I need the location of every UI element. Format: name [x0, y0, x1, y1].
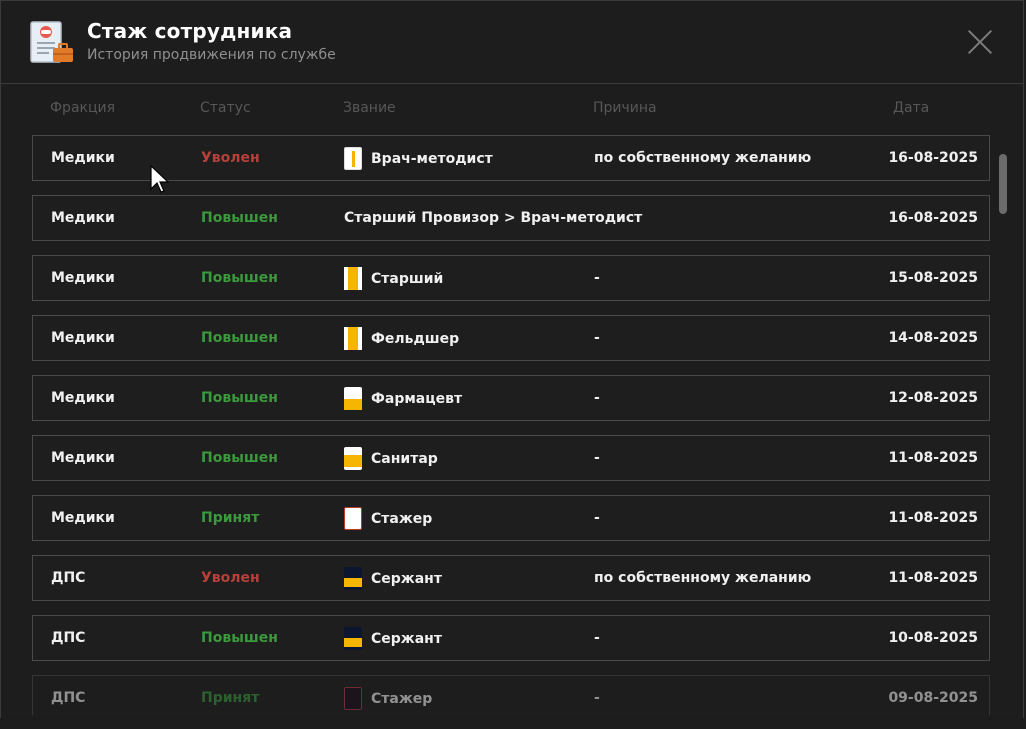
status-cell: Повышен [201, 330, 278, 346]
rank-badge-icon [344, 387, 362, 410]
date-cell: 10-08-2025 [888, 630, 978, 646]
reason-cell: - [594, 690, 600, 706]
table-row[interactable]: ДПС Принят Стажер - 09-08-2025 [32, 675, 990, 715]
date-cell: 16-08-2025 [888, 150, 978, 166]
rank-label: Стажер [371, 690, 433, 707]
rank-badge-icon [344, 327, 362, 350]
scrollbar-thumb[interactable] [999, 154, 1007, 214]
status-cell: Принят [201, 690, 260, 706]
status-cell: Повышен [201, 270, 278, 286]
rank-badge-icon [344, 687, 362, 710]
faction-cell: ДПС [51, 690, 86, 706]
rank-cell: Фельдшер [344, 327, 459, 350]
reason-cell: - [594, 450, 600, 466]
faction-cell: ДПС [51, 630, 86, 646]
dialog-subtitle: История продвижения по службе [87, 47, 336, 63]
table-row[interactable]: Медики Уволен Врач-методист по собственн… [32, 135, 990, 181]
table-row[interactable]: ДПС Повышен Сержант - 10-08-2025 [32, 615, 990, 661]
date-cell: 11-08-2025 [888, 570, 978, 586]
status-cell: Уволен [201, 570, 260, 586]
rank-cell: Фармацевт [344, 387, 462, 410]
rank-badge-icon [344, 147, 362, 170]
rank-label: Фельдшер [371, 330, 460, 347]
reason-cell: - [594, 630, 600, 646]
rank-label: Старший Провизор > Врач-методист [344, 210, 643, 226]
status-cell: Повышен [201, 210, 278, 226]
faction-cell: Медики [51, 450, 115, 466]
column-faction: Фракция [50, 100, 116, 116]
column-reason: Причина [593, 100, 657, 116]
reason-cell: - [594, 390, 600, 406]
status-cell: Повышен [201, 630, 278, 646]
status-cell: Повышен [201, 390, 278, 406]
reason-cell: по собственному желанию [594, 570, 812, 586]
rank-cell: Врач-методист [344, 147, 493, 170]
employee-seniority-dialog: Стаж сотрудника История продвижения по с… [0, 0, 1024, 718]
reason-cell: - [594, 270, 600, 286]
faction-cell: Медики [51, 150, 115, 166]
table-header: Фракция Статус Звание Причина Дата [1, 100, 1023, 120]
rank-label: Старший [371, 270, 444, 287]
table-row[interactable]: Медики Повышен Фельдшер - 14-08-2025 [32, 315, 990, 361]
reason-cell: - [594, 330, 600, 346]
date-cell: 09-08-2025 [888, 690, 978, 706]
date-cell: 15-08-2025 [888, 270, 978, 286]
faction-cell: Медики [51, 510, 115, 526]
faction-cell: Медики [51, 390, 115, 406]
document-briefcase-icon [30, 21, 73, 63]
rank-cell: Старший Провизор > Врач-методист [344, 210, 642, 226]
table-row[interactable]: Медики Повышен Старший - 15-08-2025 [32, 255, 990, 301]
column-status: Статус [200, 100, 251, 116]
date-cell: 14-08-2025 [888, 330, 978, 346]
table-row[interactable]: Медики Повышен Фармацевт - 12-08-2025 [32, 375, 990, 421]
rank-label: Фармацевт [371, 390, 463, 407]
faction-cell: Медики [51, 270, 115, 286]
mouse-cursor-icon [150, 165, 170, 193]
table-row[interactable]: Медики Принят Стажер - 11-08-2025 [32, 495, 990, 541]
history-list: Медики Уволен Врач-методист по собственн… [32, 135, 990, 729]
status-cell: Уволен [201, 150, 260, 166]
date-cell: 16-08-2025 [888, 210, 978, 226]
rank-badge-icon [344, 627, 362, 650]
rank-cell: Старший [344, 267, 443, 290]
table-row[interactable]: Медики Повышен Старший Провизор > Врач-м… [32, 195, 990, 241]
column-date: Дата [893, 100, 930, 116]
faction-cell: Медики [51, 330, 115, 346]
rank-label: Стажер [371, 510, 433, 527]
rank-label: Санитар [371, 450, 438, 467]
date-cell: 11-08-2025 [888, 450, 978, 466]
rank-badge-icon [344, 447, 362, 470]
date-cell: 12-08-2025 [888, 390, 978, 406]
rank-cell: Санитар [344, 447, 438, 470]
rank-cell: Стажер [344, 507, 432, 530]
status-cell: Принят [201, 510, 260, 526]
rank-badge-icon [344, 267, 362, 290]
rank-cell: Сержант [344, 627, 442, 650]
table-row[interactable]: ДПС Уволен Сержант по собственному желан… [32, 555, 990, 601]
rank-label: Сержант [371, 570, 442, 587]
reason-cell: по собственному желанию [594, 150, 812, 166]
rank-badge-icon [344, 507, 362, 530]
close-icon[interactable] [967, 29, 993, 55]
status-cell: Повышен [201, 450, 278, 466]
faction-cell: Медики [51, 210, 115, 226]
rank-cell: Сержант [344, 567, 442, 590]
reason-cell: - [594, 510, 600, 526]
rank-badge-icon [344, 567, 362, 590]
column-rank: Звание [343, 100, 396, 116]
date-cell: 11-08-2025 [888, 510, 978, 526]
rank-cell: Стажер [344, 687, 432, 710]
rank-label: Сержант [371, 630, 442, 647]
table-row[interactable]: Медики Повышен Санитар - 11-08-2025 [32, 435, 990, 481]
faction-cell: ДПС [51, 570, 86, 586]
dialog-title: Стаж сотрудника [87, 19, 293, 43]
dialog-header: Стаж сотрудника История продвижения по с… [1, 1, 1023, 84]
rank-label: Врач-методист [371, 150, 493, 167]
